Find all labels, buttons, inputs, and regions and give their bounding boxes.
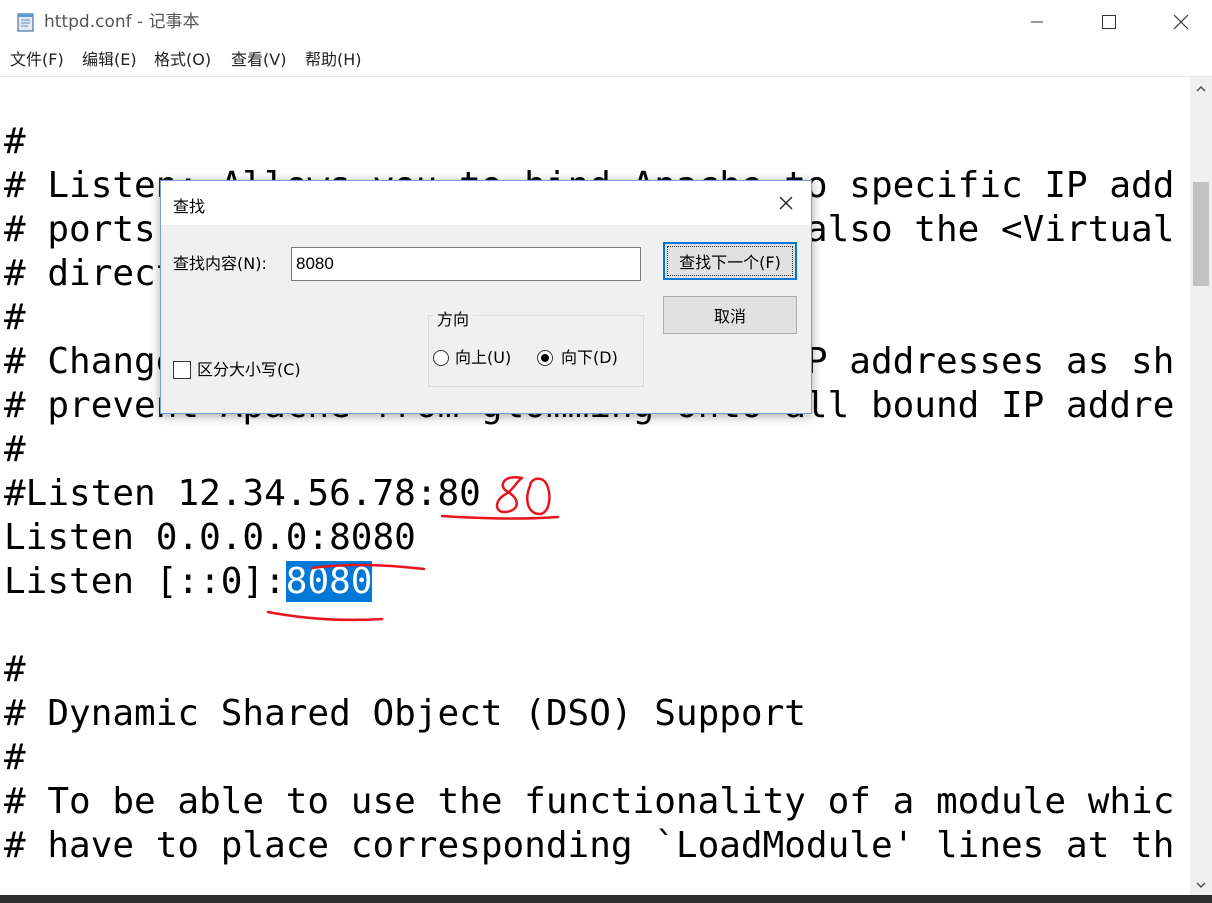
- vertical-scrollbar[interactable]: [1190, 77, 1212, 895]
- find-dialog-title: 查找: [173, 197, 206, 216]
- direction-up-radio[interactable]: [433, 350, 449, 366]
- match-case-checkbox[interactable]: [173, 361, 191, 379]
- match-case-label[interactable]: 区分大小写(C): [197, 360, 301, 380]
- direction-label: 方向: [433, 306, 474, 330]
- menu-format[interactable]: 格式(O): [154, 50, 211, 70]
- text-segment: Listen [::0]:: [4, 561, 286, 602]
- direction-down-label[interactable]: 向下(D): [561, 348, 618, 368]
- text-line: #: [4, 121, 26, 162]
- find-dialog-titlebar: 查找: [161, 181, 811, 225]
- close-button[interactable]: [1146, 0, 1212, 44]
- text-line: # Dynamic Shared Object (DSO) Support: [4, 693, 806, 734]
- text-line: #: [4, 649, 26, 690]
- direction-down-radio[interactable]: [537, 350, 553, 366]
- text-line: #Listen 12.34.56.78:80: [4, 473, 481, 514]
- selected-text: 8080: [285, 561, 373, 602]
- cancel-label: 取消: [713, 307, 746, 326]
- menu-help[interactable]: 帮助(H): [305, 50, 362, 70]
- close-icon: [779, 196, 793, 210]
- radio-selected-dot: [541, 354, 549, 362]
- menu-file[interactable]: 文件(F): [10, 50, 64, 70]
- find-dialog: 查找 查找内容(N): 查找下一个(F) 取消 方向 向上(U) 向下(D) 区…: [160, 180, 812, 414]
- title-bar: httpd.conf - 记事本: [0, 0, 1212, 44]
- text-line: Listen [::0]:8080: [4, 560, 373, 604]
- text-line: # To be able to use the functionality of…: [4, 781, 1175, 822]
- bottom-strip: [0, 895, 1212, 903]
- cancel-button[interactable]: 取消: [663, 296, 797, 334]
- maximize-button[interactable]: [1074, 0, 1144, 44]
- menu-view[interactable]: 查看(V): [231, 50, 286, 70]
- text-line: #: [4, 429, 26, 470]
- window-title: httpd.conf - 记事本: [44, 12, 200, 32]
- find-what-label: 查找内容(N):: [173, 254, 267, 273]
- find-next-label: 查找下一个(F): [679, 253, 781, 272]
- menu-edit[interactable]: 编辑(E): [82, 50, 137, 70]
- find-what-input[interactable]: [291, 247, 641, 281]
- direction-up-label[interactable]: 向上(U): [455, 348, 511, 368]
- minimize-icon: [1031, 21, 1043, 23]
- find-dialog-close-button[interactable]: [769, 189, 803, 217]
- text-line: # have to place corresponding `LoadModul…: [4, 825, 1175, 866]
- scroll-up-arrow-icon[interactable]: [1195, 83, 1207, 95]
- text-line: Listen 0.0.0.0:8080: [4, 517, 416, 558]
- scrollbar-thumb[interactable]: [1193, 182, 1209, 286]
- text-line: #: [4, 737, 26, 778]
- notepad-icon: [17, 13, 34, 32]
- close-icon: [1173, 14, 1189, 30]
- find-next-button[interactable]: 查找下一个(F): [663, 242, 797, 280]
- minimize-button[interactable]: [1002, 0, 1072, 44]
- text-line: #: [4, 297, 26, 338]
- menu-bar: 文件(F) 编辑(E) 格式(O) 查看(V) 帮助(H): [0, 44, 1212, 77]
- scroll-down-arrow-icon[interactable]: [1195, 879, 1207, 891]
- maximize-icon: [1102, 15, 1116, 29]
